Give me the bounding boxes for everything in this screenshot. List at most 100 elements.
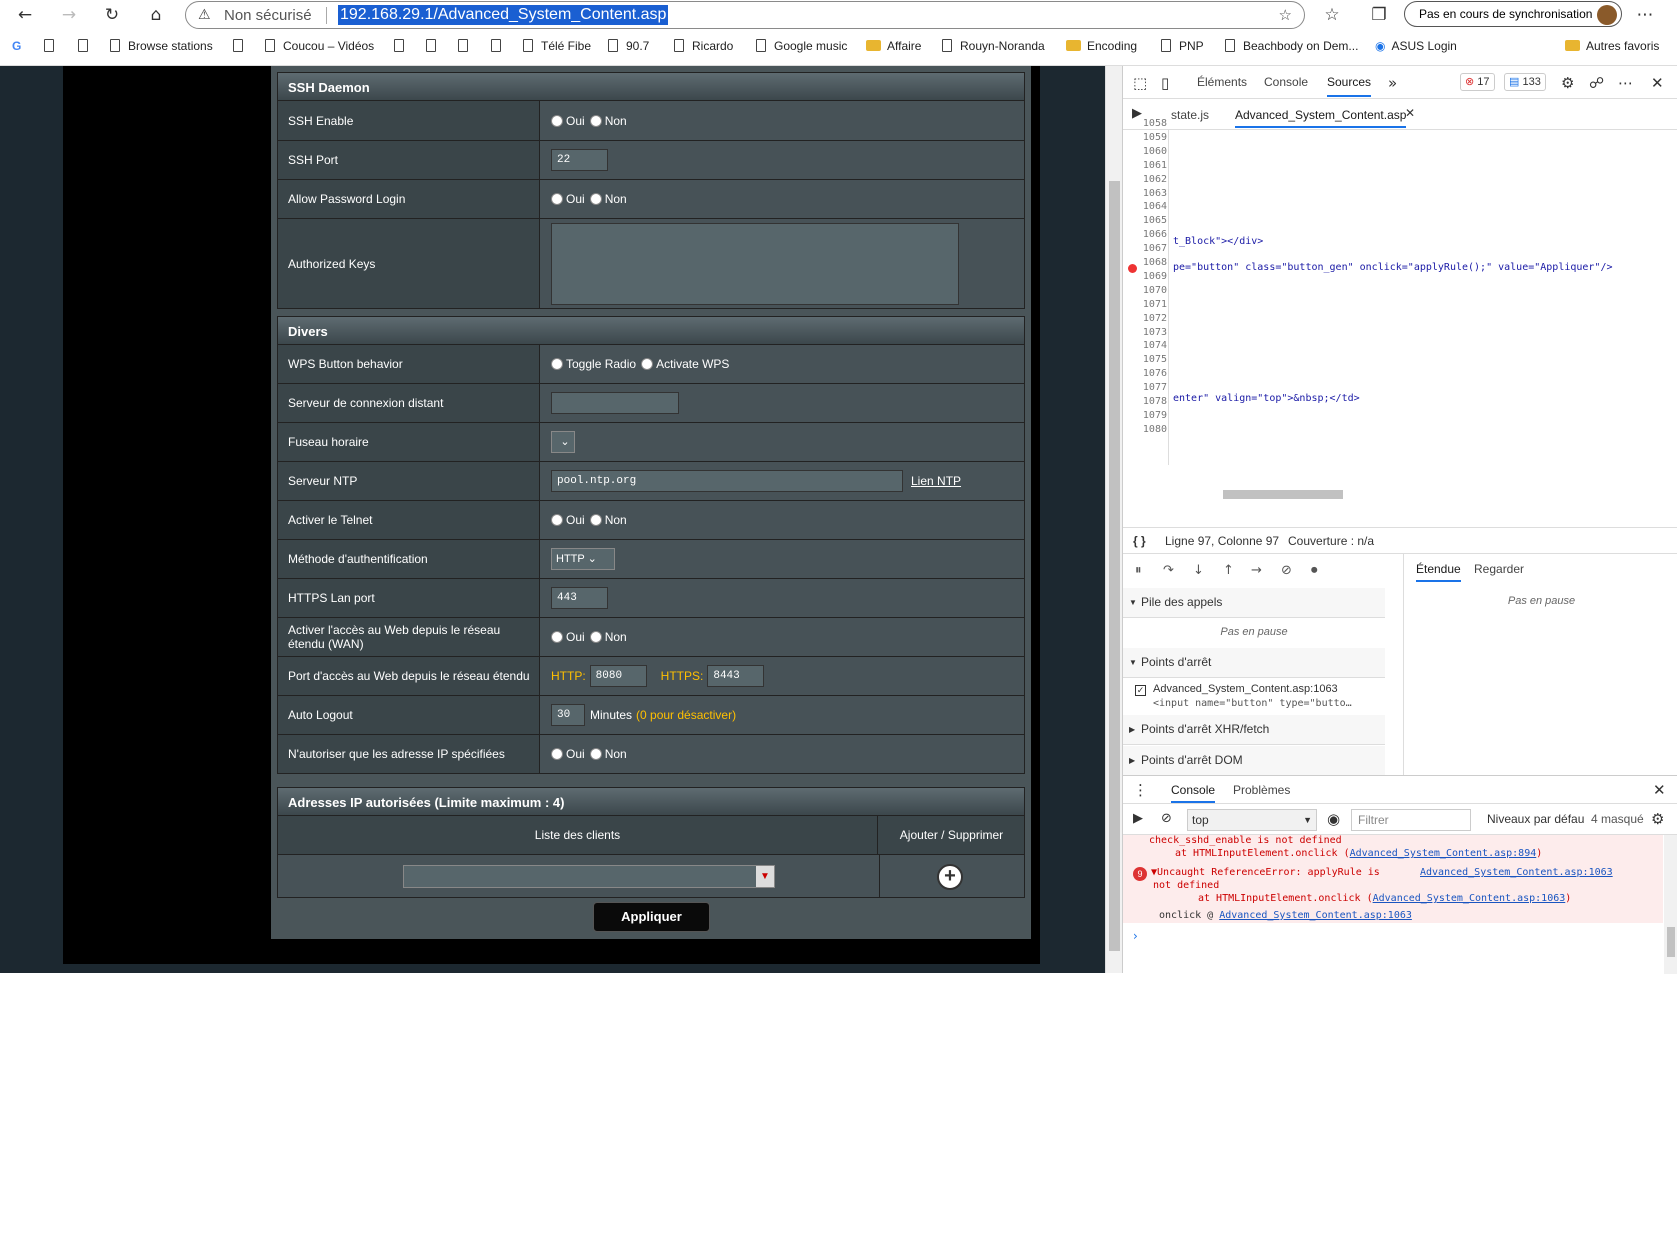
breakpoints-header[interactable]: ▼ Points d'arrêt [1123, 648, 1385, 678]
collections-icon[interactable]: ❐ [1364, 4, 1394, 26]
wan-non-radio[interactable] [589, 631, 602, 643]
wan-oui-radio[interactable] [551, 631, 563, 643]
bookmark-item[interactable]: Coucou – Vidéos [265, 39, 374, 53]
ssh-enable-non-radio[interactable] [589, 114, 602, 127]
telnet-oui-radio[interactable] [551, 514, 563, 526]
console-scroll-thumb[interactable] [1667, 927, 1675, 957]
bookmark-item[interactable]: PNP [1161, 39, 1204, 53]
bookmark-item[interactable]: Google music [756, 39, 847, 53]
step-over-icon[interactable]: ↷ [1163, 563, 1174, 578]
close-drawer-icon[interactable]: ✕ [1653, 781, 1666, 799]
apply-button[interactable]: Appliquer [593, 902, 710, 932]
callstack-header[interactable]: ▼ Pile des appels [1123, 588, 1385, 618]
file-tab-asp[interactable]: Advanced_System_Content.asp [1235, 108, 1407, 128]
source-link[interactable]: Advanced_System_Content.asp:1063 [1373, 893, 1566, 904]
iponly-oui-radio[interactable] [551, 748, 563, 760]
bookmark-blank-1[interactable] [44, 39, 62, 53]
bookmark-folder[interactable]: Affaire [866, 39, 921, 53]
clear-console-icon[interactable]: ⊘ [1161, 811, 1172, 826]
timezone-select[interactable]: ⌄ [551, 431, 575, 453]
filter-input[interactable]: Filtrer [1351, 809, 1471, 831]
more-tabs-icon[interactable]: » [1388, 74, 1397, 92]
eye-icon[interactable]: ◉ [1327, 810, 1340, 828]
device-icon[interactable]: ▯ [1161, 74, 1169, 92]
bookmark-blank-2[interactable] [78, 39, 96, 53]
bookmark-item[interactable]: Rouyn-Noranda [942, 39, 1045, 53]
telnet-non-radio[interactable] [589, 514, 602, 526]
step-icon[interactable]: → [1251, 563, 1262, 578]
url-text[interactable]: 192.168.29.1/Advanced_System_Content.asp [338, 5, 669, 25]
bookmark-blank-4[interactable] [394, 39, 412, 53]
levels-dropdown[interactable]: Niveaux par défau [1487, 812, 1584, 826]
forward-icon[interactable]: → [54, 4, 84, 26]
drawer-menu-icon[interactable]: ⋮ [1133, 781, 1148, 799]
add-favorite-icon[interactable]: ☆ [1279, 6, 1292, 24]
dom-breakpoints-header[interactable]: ▶ Points d'arrêt DOM [1123, 746, 1385, 776]
console-settings-icon[interactable]: ⚙ [1651, 810, 1664, 828]
step-out-icon[interactable]: ↑ [1223, 563, 1234, 578]
reload-icon[interactable]: ↻ [97, 4, 127, 26]
wps-activate-radio[interactable] [641, 358, 654, 370]
ssh-port-input[interactable]: 22 [551, 149, 608, 171]
sidebar-icon[interactable]: ▶ [1133, 811, 1143, 826]
drawer-tab-console[interactable]: Console [1171, 783, 1216, 803]
remote-server-input[interactable] [551, 392, 679, 414]
password-non-radio[interactable] [589, 193, 602, 205]
bookmark-item[interactable]: Browse stations [110, 39, 213, 53]
ntp-input[interactable]: pool.ntp.org [551, 470, 903, 492]
tab-scope[interactable]: Étendue [1416, 562, 1461, 582]
breakpoint-checkbox[interactable]: ✓ [1135, 685, 1146, 696]
tab-elements[interactable]: Éléments [1197, 75, 1247, 89]
tab-sources[interactable]: Sources [1327, 75, 1372, 97]
code-editor[interactable]: 1058 1059 1060 1061 1062 1063 1064 1065 1066 1067… [1123, 118, 1677, 499]
bookmark-folder-other[interactable]: Autres favoris [1565, 39, 1659, 53]
back-icon[interactable]: ← [10, 4, 40, 26]
console-prompt[interactable]: › [1133, 929, 1138, 943]
close-tab-icon[interactable]: ✕ [1405, 106, 1415, 120]
messages-badge[interactable]: ▤ 133 [1504, 73, 1546, 91]
wps-toggle-radio[interactable] [551, 358, 563, 370]
pretty-print-icon[interactable]: { } [1133, 528, 1146, 554]
feedback-icon[interactable]: ☍ [1589, 74, 1604, 92]
bookmark-blank-7[interactable] [491, 39, 509, 53]
deactivate-breakpoints-icon[interactable]: ⊘ [1281, 563, 1292, 578]
console-scrollbar[interactable] [1664, 835, 1677, 974]
address-bar[interactable]: ⚠ Non sécurisé 192.168.29.1/Advanced_Sys… [185, 1, 1305, 29]
sync-button[interactable]: Pas en cours de synchronisation [1404, 1, 1622, 27]
auto-logout-input[interactable]: 30 [551, 704, 585, 726]
breakpoint-marker[interactable] [1128, 264, 1137, 273]
iponly-non-radio[interactable] [589, 748, 602, 760]
https-lan-port-input[interactable]: 443 [551, 587, 608, 609]
bookmark-item[interactable]: ◉ ASUS Login [1375, 39, 1457, 53]
bookmark-blank-6[interactable] [458, 39, 476, 53]
gear-icon[interactable]: ⚙ [1561, 74, 1574, 92]
page-scrollbar[interactable] [1105, 66, 1122, 973]
add-ip-button[interactable]: + [937, 864, 963, 890]
home-icon[interactable]: ⌂ [141, 4, 171, 26]
error-message[interactable]: ▼Uncaught ReferenceError: applyRule is [1151, 867, 1380, 878]
https-port-input[interactable]: 8443 [707, 665, 765, 687]
favorites-icon[interactable]: ☆ [1317, 4, 1347, 26]
errors-badge[interactable]: ⊗ 17 [1460, 73, 1495, 91]
clients-select[interactable]: ▼ [403, 865, 775, 888]
bookmark-blank-5[interactable] [426, 39, 444, 53]
close-icon[interactable]: ✕ [1651, 74, 1664, 92]
ntp-link[interactable]: Lien NTP [911, 474, 961, 488]
http-port-input[interactable]: 8080 [589, 665, 647, 687]
code-hscrollbar[interactable] [1173, 488, 1677, 501]
authorized-keys-textarea[interactable] [551, 222, 959, 305]
source-link[interactable]: Advanced_System_Content.asp:894 [1350, 848, 1537, 859]
xhr-breakpoints-header[interactable]: ▶ Points d'arrêt XHR/fetch [1123, 715, 1385, 745]
scrollbar-thumb[interactable] [1109, 181, 1120, 951]
bookmark-item[interactable]: Ricardo [674, 39, 733, 53]
bookmark-item[interactable]: Télé Fibe [523, 39, 591, 53]
file-tab-state[interactable]: state.js [1171, 108, 1209, 122]
bookmark-folder[interactable]: Encoding [1066, 39, 1137, 53]
source-link[interactable]: Advanced_System_Content.asp:1063 [1219, 910, 1412, 921]
ssh-enable-oui-radio[interactable] [551, 114, 563, 127]
auth-method-select[interactable]: HTTP ⌄ [551, 548, 615, 570]
source-link[interactable]: Advanced_System_Content.asp:1063 [1420, 867, 1613, 878]
context-select[interactable]: top ▼ [1187, 809, 1317, 831]
hscroll-thumb[interactable] [1223, 490, 1343, 499]
pause-icon[interactable]: ⏸ [1135, 563, 1142, 578]
